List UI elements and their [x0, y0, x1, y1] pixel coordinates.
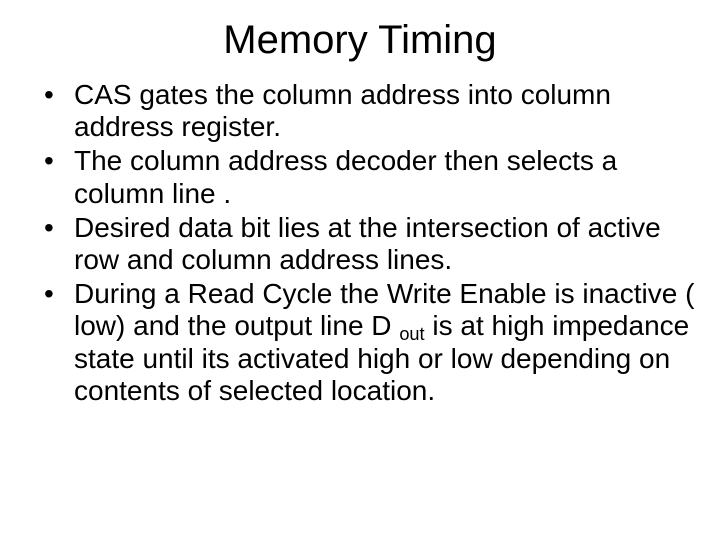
- bullet-subscript: out: [399, 324, 424, 344]
- bullet-text: Desired data bit lies at the intersectio…: [74, 212, 661, 275]
- slide-title: Memory Timing: [24, 18, 696, 63]
- list-item: During a Read Cycle the Write Enable is …: [44, 278, 696, 407]
- list-item: CAS gates the column address into column…: [44, 79, 696, 143]
- list-item: Desired data bit lies at the intersectio…: [44, 212, 696, 276]
- bullet-text: CAS gates the column address into column…: [74, 79, 611, 142]
- bullet-list: CAS gates the column address into column…: [24, 79, 696, 407]
- bullet-text: The column address decoder then selects …: [74, 145, 617, 208]
- list-item: The column address decoder then selects …: [44, 145, 696, 209]
- slide: Memory Timing CAS gates the column addre…: [0, 0, 720, 540]
